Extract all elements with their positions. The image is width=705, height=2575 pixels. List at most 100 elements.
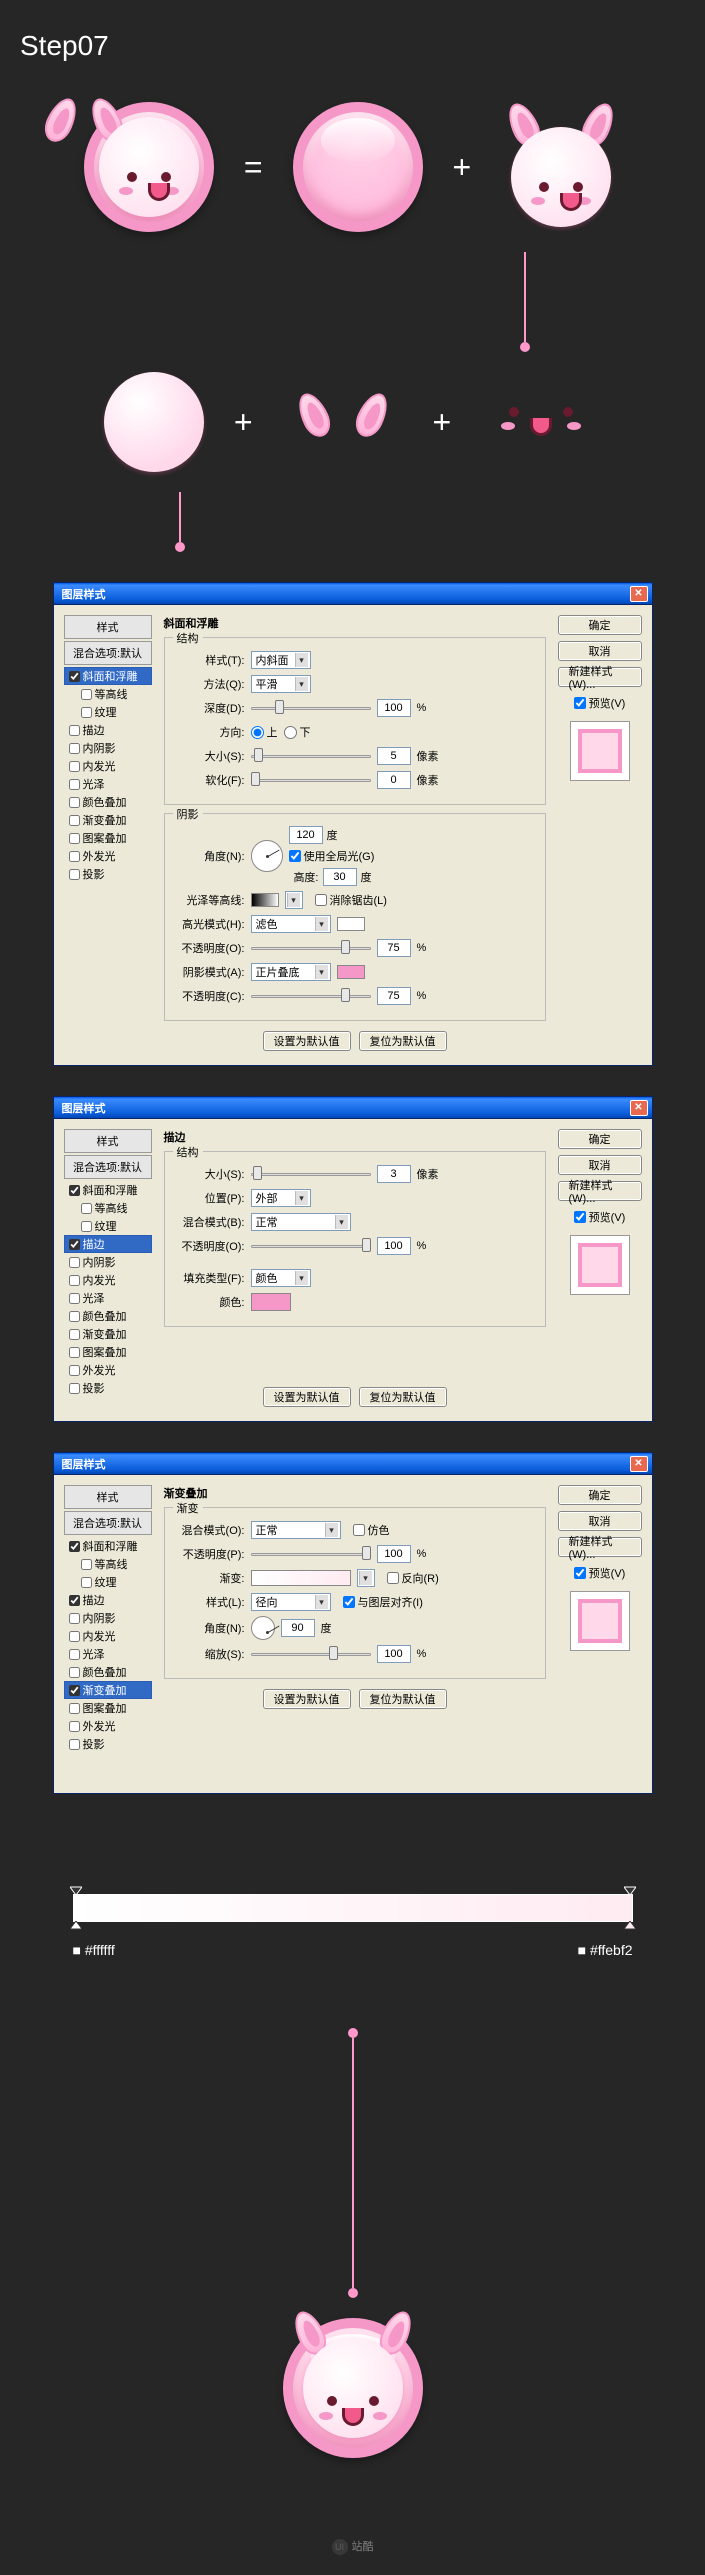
- sidebar-item-pattern-overlay[interactable]: 图案叠加: [64, 1699, 152, 1717]
- set-default-button[interactable]: 设置为默认值: [263, 1031, 351, 1051]
- preview-check[interactable]: 预览(V): [558, 695, 642, 711]
- sidebar-item-grad-overlay[interactable]: 渐变叠加: [64, 1325, 152, 1343]
- contour-dropdown[interactable]: [285, 891, 303, 909]
- global-light-check[interactable]: 使用全局光(G): [289, 848, 375, 864]
- opacity-input[interactable]: 100: [377, 1545, 411, 1563]
- close-icon[interactable]: ✕: [630, 1100, 648, 1116]
- sidebar-item-inner-glow[interactable]: 内发光: [64, 1271, 152, 1289]
- sidebar-item-outer-glow[interactable]: 外发光: [64, 847, 152, 865]
- sidebar-item-inner-shadow[interactable]: 内阴影: [64, 1609, 152, 1627]
- sidebar-item-texture[interactable]: 纹理: [64, 1217, 152, 1235]
- sidebar-item-drop-shadow[interactable]: 投影: [64, 865, 152, 883]
- sidebar-item-outer-glow[interactable]: 外发光: [64, 1717, 152, 1735]
- sidebar-item-grad-overlay[interactable]: 渐变叠加: [64, 811, 152, 829]
- sidebar-item-gloss[interactable]: 光泽: [64, 1289, 152, 1307]
- reset-default-button[interactable]: 复位为默认值: [359, 1387, 447, 1407]
- scale-input[interactable]: 100: [377, 1645, 411, 1663]
- sidebar-blend-default[interactable]: 混合选项:默认: [64, 1155, 152, 1179]
- depth-slider[interactable]: [251, 701, 371, 715]
- set-default-button[interactable]: 设置为默认值: [263, 1689, 351, 1709]
- size-slider[interactable]: [251, 749, 371, 763]
- hilite-opacity-slider[interactable]: [251, 941, 371, 955]
- size-slider[interactable]: [251, 1167, 371, 1181]
- size-input[interactable]: 5: [377, 747, 411, 765]
- dither-check[interactable]: 仿色: [353, 1522, 390, 1538]
- set-default-button[interactable]: 设置为默认值: [263, 1387, 351, 1407]
- ok-button[interactable]: 确定: [558, 615, 642, 635]
- close-icon[interactable]: ✕: [630, 1456, 648, 1472]
- reverse-check[interactable]: 反向(R): [387, 1570, 439, 1586]
- sidebar-item-contour[interactable]: 等高线: [64, 685, 152, 703]
- sidebar-item-stroke[interactable]: 描边: [64, 1591, 152, 1609]
- sidebar-item-stroke[interactable]: 描边: [64, 1235, 152, 1253]
- preview-check[interactable]: 预览(V): [558, 1209, 642, 1225]
- sidebar-item-bevel[interactable]: 斜面和浮雕: [64, 667, 152, 685]
- sidebar-head-styles[interactable]: 样式: [64, 1129, 152, 1153]
- preview-check[interactable]: 预览(V): [558, 1565, 642, 1581]
- sidebar-item-inner-shadow[interactable]: 内阴影: [64, 1253, 152, 1271]
- color-stop-right[interactable]: [624, 1921, 636, 1933]
- sidebar-item-pattern-overlay[interactable]: 图案叠加: [64, 1343, 152, 1361]
- sidebar-head-styles[interactable]: 样式: [64, 1485, 152, 1509]
- hilite-opacity-input[interactable]: 75: [377, 939, 411, 957]
- sidebar-item-grad-overlay[interactable]: 渐变叠加: [64, 1681, 152, 1699]
- ok-button[interactable]: 确定: [558, 1129, 642, 1149]
- hilite-mode-select[interactable]: 滤色: [251, 915, 331, 933]
- opacity-slider[interactable]: [251, 1239, 371, 1253]
- anti-alias-check[interactable]: 消除锯齿(L): [315, 892, 387, 908]
- sidebar-item-gloss[interactable]: 光泽: [64, 775, 152, 793]
- sidebar-item-contour[interactable]: 等高线: [64, 1199, 152, 1217]
- gradient-picker[interactable]: [251, 1570, 351, 1586]
- opacity-slider[interactable]: [251, 1547, 371, 1561]
- new-style-button[interactable]: 新建样式(W)...: [558, 1181, 642, 1201]
- ok-button[interactable]: 确定: [558, 1485, 642, 1505]
- dir-down-radio[interactable]: 下: [284, 724, 311, 740]
- stroke-color-swatch[interactable]: [251, 1293, 291, 1311]
- close-icon[interactable]: ✕: [630, 586, 648, 602]
- reset-default-button[interactable]: 复位为默认值: [359, 1031, 447, 1051]
- style-select[interactable]: 径向: [251, 1593, 331, 1611]
- sidebar-item-outer-glow[interactable]: 外发光: [64, 1361, 152, 1379]
- soften-input[interactable]: 0: [377, 771, 411, 789]
- opacity-stop-left[interactable]: [70, 1883, 82, 1895]
- scale-slider[interactable]: [251, 1647, 371, 1661]
- angle-dial[interactable]: [251, 1616, 275, 1640]
- sidebar-item-drop-shadow[interactable]: 投影: [64, 1735, 152, 1753]
- depth-input[interactable]: 100: [377, 699, 411, 717]
- titlebar[interactable]: 图层样式 ✕: [54, 1097, 652, 1119]
- size-input[interactable]: 3: [377, 1165, 411, 1183]
- shadow-opacity-input[interactable]: 75: [377, 987, 411, 1005]
- titlebar[interactable]: 图层样式 ✕: [54, 1453, 652, 1475]
- sidebar-item-texture[interactable]: 纹理: [64, 1573, 152, 1591]
- sidebar-item-inner-shadow[interactable]: 内阴影: [64, 739, 152, 757]
- gradient-bar[interactable]: [73, 1894, 633, 1922]
- sidebar-item-gloss[interactable]: 光泽: [64, 1645, 152, 1663]
- angle-input[interactable]: 90: [281, 1619, 315, 1637]
- sidebar-item-inner-glow[interactable]: 内发光: [64, 1627, 152, 1645]
- titlebar[interactable]: 图层样式 ✕: [54, 583, 652, 605]
- align-check[interactable]: 与图层对齐(I): [343, 1594, 423, 1610]
- sidebar-item-pattern-overlay[interactable]: 图案叠加: [64, 829, 152, 847]
- sidebar-item-inner-glow[interactable]: 内发光: [64, 757, 152, 775]
- contour-picker[interactable]: [251, 893, 279, 907]
- sidebar-blend-default[interactable]: 混合选项:默认: [64, 641, 152, 665]
- sidebar-item-color-overlay[interactable]: 颜色叠加: [64, 1307, 152, 1325]
- cancel-button[interactable]: 取消: [558, 641, 642, 661]
- cancel-button[interactable]: 取消: [558, 1155, 642, 1175]
- cancel-button[interactable]: 取消: [558, 1511, 642, 1531]
- pos-select[interactable]: 外部: [251, 1189, 311, 1207]
- sidebar-item-bevel[interactable]: 斜面和浮雕: [64, 1181, 152, 1199]
- sidebar-item-contour[interactable]: 等高线: [64, 1555, 152, 1573]
- new-style-button[interactable]: 新建样式(W)...: [558, 667, 642, 687]
- method-select[interactable]: 平滑: [251, 675, 311, 693]
- style-select[interactable]: 内斜面: [251, 651, 311, 669]
- hilite-color-swatch[interactable]: [337, 917, 365, 931]
- angle-dial[interactable]: [251, 840, 283, 872]
- soften-slider[interactable]: [251, 773, 371, 787]
- opacity-stop-right[interactable]: [624, 1883, 636, 1895]
- shadow-color-swatch[interactable]: [337, 965, 365, 979]
- sidebar-item-bevel[interactable]: 斜面和浮雕: [64, 1537, 152, 1555]
- shadow-opacity-slider[interactable]: [251, 989, 371, 1003]
- dir-up-radio[interactable]: 上: [251, 724, 278, 740]
- shadow-mode-select[interactable]: 正片叠底: [251, 963, 331, 981]
